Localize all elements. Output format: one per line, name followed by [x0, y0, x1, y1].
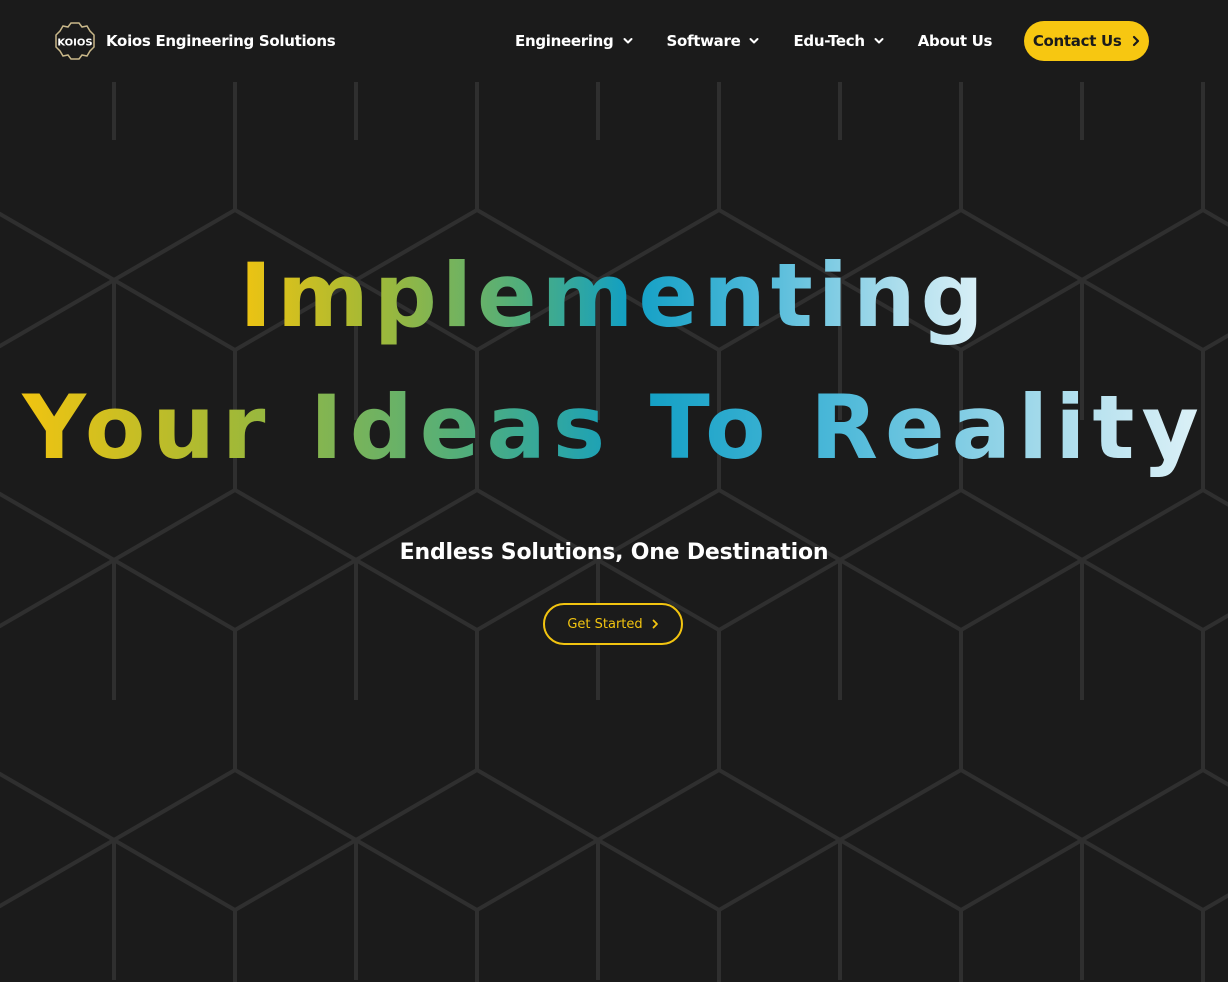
chevron-right-icon — [1132, 35, 1139, 47]
nav-label: Software — [666, 32, 741, 50]
chevron-down-icon — [874, 38, 884, 44]
nav-item-engineering[interactable]: Engineering — [515, 32, 634, 50]
main-nav: Engineering Software Edu-Tech About Us C… — [515, 21, 1150, 61]
nav-item-about-us[interactable]: About Us — [917, 32, 993, 50]
nav-label: Engineering — [515, 32, 614, 50]
brand-name: Koios Engineering Solutions — [106, 32, 336, 50]
get-started-button[interactable]: Get Started — [543, 603, 683, 645]
hero-line-2-text: Your Ideas To Reality — [18, 376, 1210, 479]
nav-label: Edu-Tech — [793, 32, 865, 50]
hero-headline-line-2: Your Ideas To Reality — [0, 368, 1228, 488]
chevron-right-icon — [652, 619, 658, 629]
cta-label: Get Started — [567, 616, 643, 632]
nav-label: About Us — [917, 32, 993, 50]
page: KOIOS Koios Engineering Solutions Engine… — [0, 0, 1228, 982]
hero-headline-line-1: Implementing — [0, 236, 1228, 356]
svg-text:KOIOS: KOIOS — [57, 38, 92, 49]
hero-line-1-text: Implementing — [235, 244, 992, 347]
contact-us-button[interactable]: Contact Us — [1024, 21, 1150, 61]
chevron-down-icon — [749, 38, 759, 44]
chevron-down-icon — [623, 38, 632, 44]
hero-tagline: Endless Solutions, One Destination — [399, 540, 829, 565]
brand[interactable]: KOIOS Koios Engineering Solutions — [54, 21, 336, 61]
nav-item-edu-tech[interactable]: Edu-Tech — [793, 32, 884, 50]
nav-item-software[interactable]: Software — [667, 32, 761, 50]
hexagon-background — [0, 82, 1228, 982]
site-header: KOIOS Koios Engineering Solutions Engine… — [0, 0, 1228, 82]
contact-label: Contact Us — [1032, 32, 1122, 50]
gear-logo-icon: KOIOS — [55, 22, 95, 60]
